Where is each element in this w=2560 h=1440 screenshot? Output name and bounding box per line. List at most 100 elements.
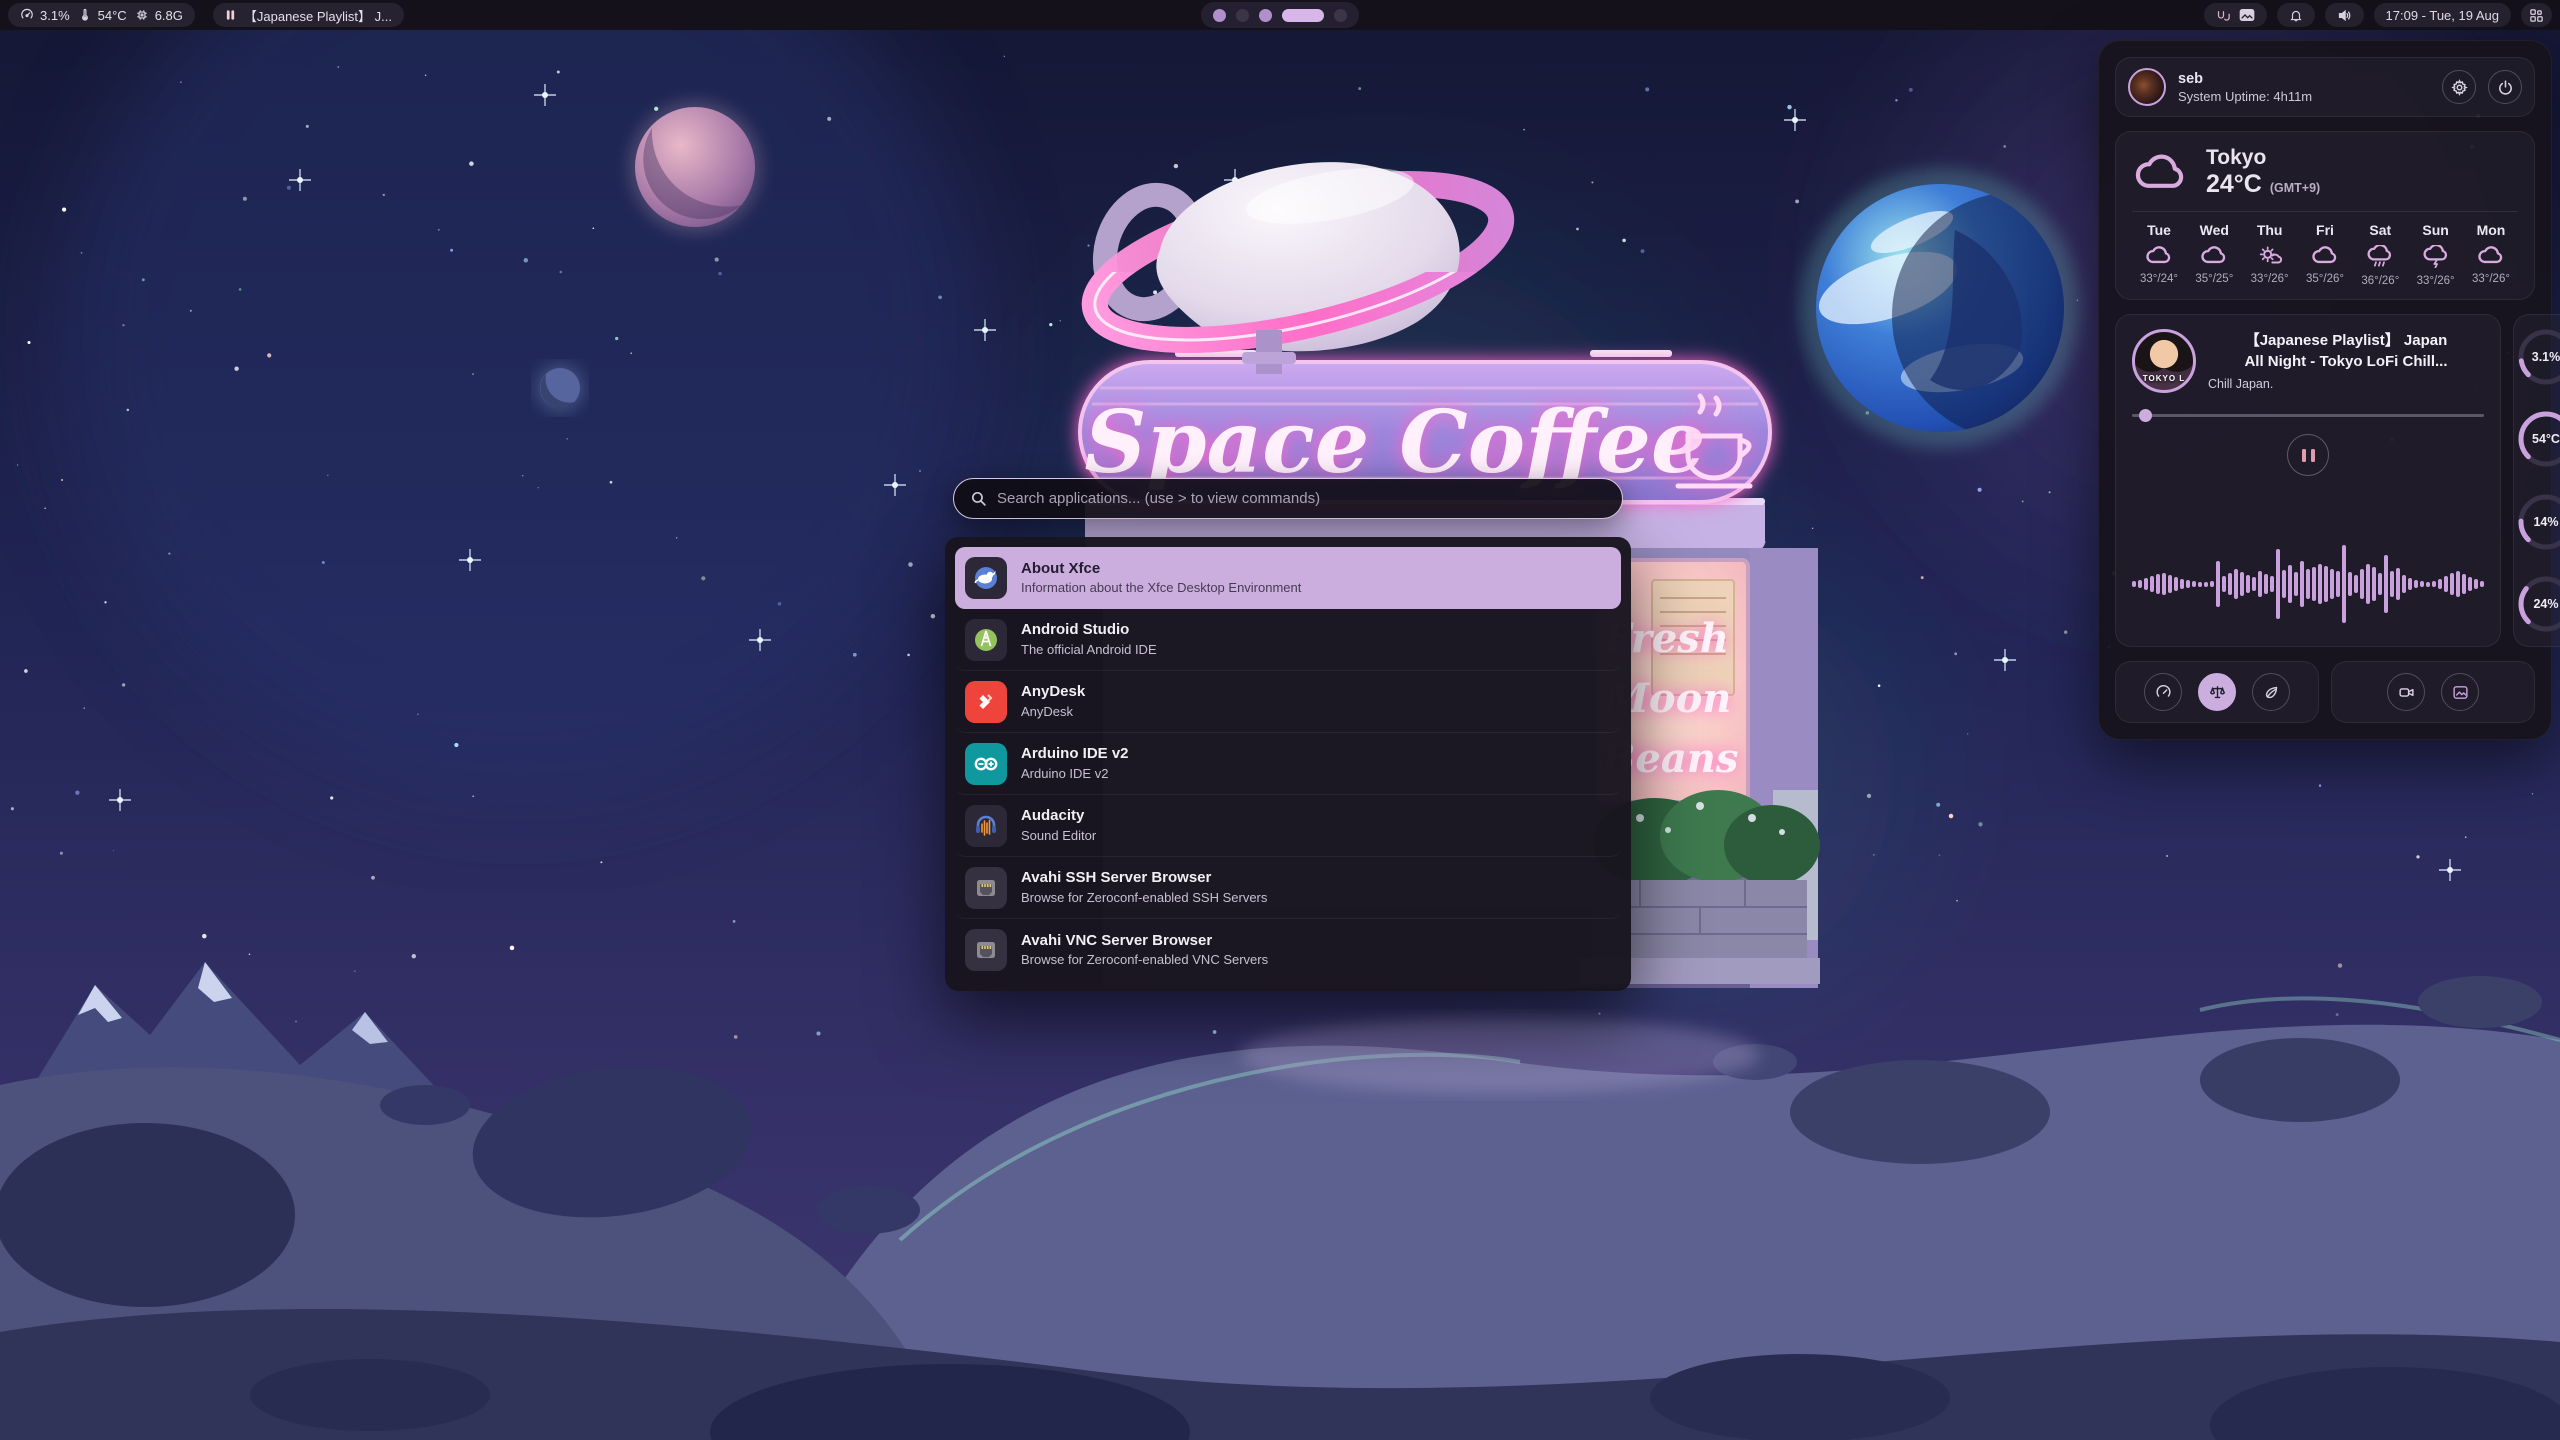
memory-icon [135, 8, 149, 22]
bell-icon [2289, 8, 2303, 23]
memory-stat: 6.8G [135, 8, 183, 23]
seek-bar[interactable] [2132, 409, 2484, 422]
forecast-day: Fri 35°/26° [2298, 222, 2352, 287]
forecast-day: Thu 33°/26° [2243, 222, 2297, 287]
search-box[interactable] [953, 478, 1623, 519]
now-playing-pill[interactable]: 【Japanese Playlist】 J... [213, 3, 404, 27]
wallpaper-tray-icon[interactable] [2239, 8, 2255, 22]
top-panel: 3.1% 54°C 6.8G 【Japanese Playlist】 J... [0, 0, 2560, 30]
workspace-4-active[interactable] [1282, 9, 1324, 22]
result-avahi-vnc[interactable]: Avahi VNC Server Browser Browse for Zero… [955, 919, 1621, 981]
memory-gauge: 14% [2514, 490, 2560, 554]
screen-record-button[interactable] [2387, 673, 2425, 711]
weather-city: Tokyo [2206, 146, 2320, 170]
wallpaper-button[interactable] [2441, 673, 2479, 711]
video-camera-icon [2398, 684, 2415, 701]
power-icon [2497, 79, 2514, 96]
speedometer-icon [2155, 684, 2172, 701]
pause-button[interactable] [2287, 434, 2329, 476]
workspace-2[interactable] [1236, 9, 1249, 22]
result-anydesk[interactable]: AnyDesk AnyDesk [955, 671, 1621, 733]
app-launcher: About Xfce Information about the Xfce De… [945, 470, 1631, 991]
album-art: TOKYO L [2132, 329, 2196, 393]
workspace-5[interactable] [1334, 9, 1347, 22]
track-title-line2: All Night - Tokyo LoFi Chill... [2208, 352, 2484, 372]
workspace-3[interactable] [1259, 9, 1272, 22]
user-name: seb [2178, 71, 2430, 87]
app-grid-pill[interactable] [2521, 3, 2552, 27]
app-grid-icon [2529, 8, 2544, 23]
search-results: About Xfce Information about the Xfce De… [945, 537, 1631, 991]
cloud-icon [2145, 245, 2173, 266]
dashboard-panel: seb System Uptime: 4h11m Tokyo 24°C (GMT… [2098, 40, 2552, 740]
arduino-icon [965, 743, 1007, 785]
forecast-day: Wed 35°/25° [2187, 222, 2241, 287]
systray-pill [2204, 3, 2267, 27]
result-desc: Information about the Xfce Desktop Envir… [1021, 580, 1301, 595]
temperature-gauge: 54°C [2514, 407, 2560, 471]
divider [2132, 211, 2518, 212]
balanced-mode-button[interactable] [2198, 673, 2236, 711]
performance-mode-button[interactable] [2144, 673, 2182, 711]
track-title-line1: 【Japanese Playlist】 Japan [2208, 331, 2484, 351]
audio-visualizer [2132, 536, 2484, 632]
result-avahi-ssh[interactable]: Avahi SSH Server Browser Browse for Zero… [955, 857, 1621, 919]
gear-icon [2451, 79, 2468, 96]
storm-icon [2422, 245, 2450, 268]
result-about-xfce[interactable]: About Xfce Information about the Xfce De… [955, 547, 1621, 609]
weather-timezone: (GMT+9) [2270, 181, 2320, 195]
cloud-icon [2132, 152, 2190, 194]
powersave-mode-button[interactable] [2252, 673, 2290, 711]
system-gauges-card: 3.1% 54°C 14% 24% [2513, 314, 2560, 647]
small-planet [536, 364, 584, 412]
forecast-row: Tue 33°/24° Wed 35°/25° Thu 33°/26° Fri [2132, 222, 2518, 287]
volume-pill[interactable] [2325, 3, 2364, 27]
system-stats-pill[interactable]: 3.1% 54°C 6.8G [8, 3, 195, 27]
workspace-1[interactable] [1213, 9, 1226, 22]
anydesk-icon [965, 681, 1007, 723]
result-name: About Xfce [1021, 560, 1100, 577]
picture-icon [2452, 684, 2469, 701]
audacity-icon [965, 805, 1007, 847]
notifications-pill[interactable] [2277, 3, 2315, 27]
leaf-icon [2263, 684, 2280, 701]
system-uptime: System Uptime: 4h11m [2178, 89, 2430, 104]
track-artist: Chill Japan. [2208, 377, 2484, 391]
network-icon[interactable] [2216, 8, 2231, 23]
now-playing-text: 【Japanese Playlist】 J... [244, 6, 392, 25]
clock: 17:09 - Tue, 19 Aug [2386, 8, 2499, 23]
thermometer-icon [78, 8, 92, 22]
user-card: seb System Uptime: 4h11m [2115, 57, 2535, 117]
tools-card [2331, 661, 2535, 723]
pink-planet [629, 101, 761, 233]
workspace-indicator [1201, 2, 1359, 28]
search-input[interactable] [997, 490, 1606, 507]
settings-button[interactable] [2442, 70, 2476, 104]
clock-pill[interactable]: 17:09 - Tue, 19 Aug [2374, 3, 2511, 27]
power-button[interactable] [2488, 70, 2522, 104]
pause-icon [2302, 449, 2306, 462]
android-studio-icon [965, 619, 1007, 661]
forecast-day: Sat 36°/26° [2353, 222, 2407, 287]
speedometer-icon [20, 8, 34, 22]
pause-icon [225, 9, 236, 21]
ethernet-icon [965, 867, 1007, 909]
search-icon [970, 490, 987, 507]
result-arduino[interactable]: Arduino IDE v2 Arduino IDE v2 [955, 733, 1621, 795]
cloud-icon [2200, 245, 2228, 266]
result-audacity[interactable]: Audacity Sound Editor [955, 795, 1621, 857]
cpu-gauge: 3.1% [2514, 325, 2560, 389]
cpu-stat: 3.1% [20, 8, 70, 23]
ethernet-icon [965, 929, 1007, 971]
temp-stat: 54°C [78, 8, 127, 23]
forecast-day: Tue 33°/24° [2132, 222, 2186, 287]
forecast-day: Sun 33°/26° [2409, 222, 2463, 287]
seek-knob[interactable] [2139, 409, 2152, 422]
partly-sunny-icon [2256, 245, 2284, 266]
weather-card: Tokyo 24°C (GMT+9) Tue 33°/24° Wed [2115, 131, 2535, 300]
result-android-studio[interactable]: Android Studio The official Android IDE [955, 609, 1621, 671]
cloud-icon [2311, 245, 2339, 266]
cloud-icon [2477, 245, 2505, 266]
disk-gauge: 24% [2514, 572, 2560, 636]
weather-temp: 24°C [2206, 170, 2262, 199]
